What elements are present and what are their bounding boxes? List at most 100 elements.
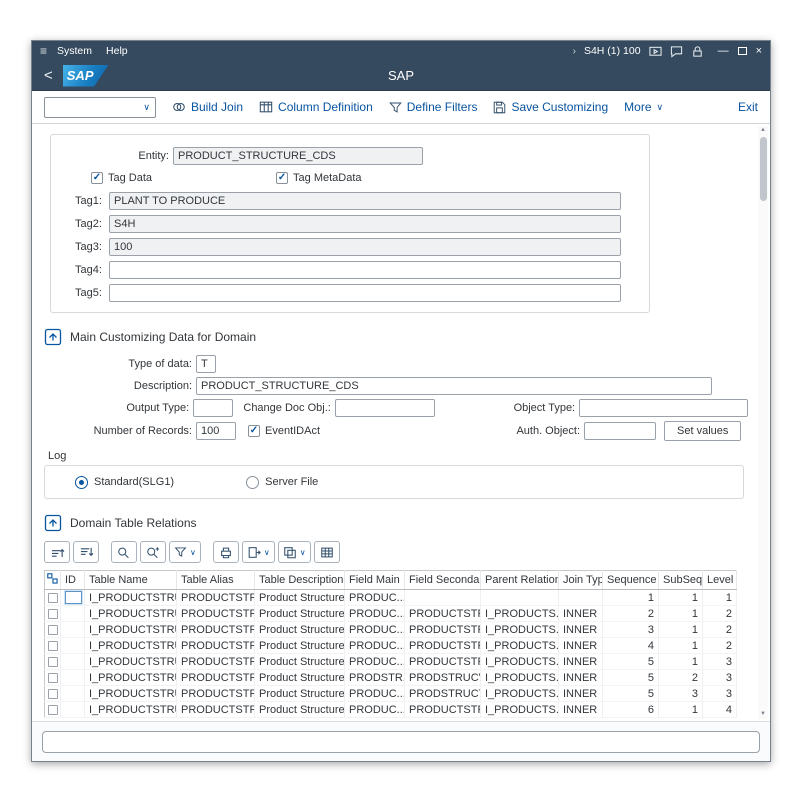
status-message-field[interactable] (42, 730, 760, 753)
cell-id[interactable] (60, 605, 85, 622)
cell-parent-relation[interactable] (480, 589, 559, 606)
cell-id[interactable] (60, 701, 85, 718)
save-customizing-button[interactable]: Save Customizing (493, 100, 608, 114)
cell-table-alias[interactable]: PRODUCTSTR... (176, 701, 255, 718)
cell-join-type[interactable]: INNER (558, 685, 603, 702)
find-next-button[interactable] (140, 541, 166, 563)
cell-table-description[interactable]: Product Structure... (254, 589, 345, 606)
cell-table-name[interactable]: I_PRODUCTSTRUC... (84, 701, 177, 718)
tag2-field[interactable]: S4H (109, 215, 621, 233)
cell-field-main[interactable]: PRODUC... (344, 653, 405, 670)
auth-object-field[interactable] (584, 422, 657, 440)
cell-id[interactable] (60, 637, 85, 654)
cell-parent-relation[interactable]: I_PRODUCTS... (480, 605, 559, 622)
sort-ascending-button[interactable] (44, 541, 70, 563)
cell-table-name[interactable]: I_PRODUCTSTRUC... (84, 605, 177, 622)
cell-table-description[interactable]: Product Structure... (254, 653, 345, 670)
cell-field-secondary[interactable]: PRODSTRUCT... (404, 685, 481, 702)
build-join-button[interactable]: Build Join (172, 100, 243, 114)
collapse-section-icon[interactable] (44, 328, 62, 346)
chevron-down-icon[interactable]: ∨ (143, 102, 150, 113)
cell-sequence[interactable]: 5 (602, 685, 659, 702)
find-button[interactable] (111, 541, 137, 563)
cell-subseq[interactable]: 1 (658, 701, 703, 718)
row-select-cell[interactable] (44, 589, 61, 606)
row-select-cell[interactable] (44, 669, 61, 686)
tag5-field[interactable] (109, 284, 621, 302)
set-values-button[interactable]: Set values (664, 421, 742, 441)
collapse-section-icon[interactable] (44, 514, 62, 532)
column-definition-button[interactable]: Column Definition (259, 100, 373, 114)
row-checkbox[interactable] (47, 656, 58, 667)
maximize-button[interactable] (737, 47, 747, 55)
cell-table-description[interactable]: Product Structure... (254, 621, 345, 638)
column-header-table-description[interactable]: Table Description (254, 570, 345, 590)
cell-field-main[interactable]: PRODUC... (344, 637, 405, 654)
row-select-cell[interactable] (44, 605, 61, 622)
column-header-sequence[interactable]: Sequence (602, 570, 659, 590)
cell-id[interactable] (60, 589, 85, 606)
cell-field-main[interactable]: PRODUC... (344, 701, 405, 718)
cell-table-alias[interactable]: PRODUCTSTR... (176, 605, 255, 622)
cell-sequence[interactable]: 5 (602, 653, 659, 670)
number-of-records-field[interactable]: 100 (196, 422, 236, 440)
description-field[interactable]: PRODUCT_STRUCTURE_CDS (196, 377, 712, 395)
cell-field-secondary[interactable]: PRODUCTSTR... (404, 653, 481, 670)
cell-field-main[interactable]: PRODUC... (344, 589, 405, 606)
cell-table-description[interactable]: Product Structure... (254, 637, 345, 654)
cell-id[interactable] (60, 621, 85, 638)
cell-sequence[interactable]: 2 (602, 605, 659, 622)
filter-button[interactable]: ∨ (169, 541, 201, 563)
cell-field-secondary[interactable]: PRODUCTSTR... (404, 605, 481, 622)
cell-join-type[interactable]: INNER (558, 637, 603, 654)
cell-sequence[interactable]: 5 (602, 669, 659, 686)
cell-level[interactable]: 3 (702, 653, 737, 670)
cell-table-alias[interactable]: PRODUCTSTR... (176, 621, 255, 638)
cell-parent-relation[interactable]: I_PRODUCTS... (480, 685, 559, 702)
print-button[interactable] (212, 541, 239, 563)
cell-parent-relation[interactable]: I_PRODUCTS... (480, 669, 559, 686)
close-button[interactable]: × (756, 45, 762, 57)
row-checkbox[interactable] (47, 672, 58, 683)
cell-field-main[interactable]: PRODSTR... (344, 669, 405, 686)
cell-table-alias[interactable]: PRODUCTSTR... (176, 669, 255, 686)
cell-level[interactable]: 3 (702, 685, 737, 702)
row-checkbox[interactable] (47, 688, 58, 699)
cell-table-name[interactable]: I_PRODUCTSTRUC... (84, 637, 177, 654)
type-of-data-field[interactable]: T (196, 355, 216, 373)
column-header-field-secondary[interactable]: Field Secondary (404, 570, 481, 590)
radio-serverfile[interactable] (246, 475, 260, 489)
menu-item-system[interactable]: System (57, 45, 92, 57)
column-header-table-name[interactable]: Table Name (84, 570, 177, 590)
entity-field[interactable]: PRODUCT_STRUCTURE_CDS (173, 147, 423, 165)
row-checkbox[interactable] (47, 640, 58, 651)
log-option-standard[interactable]: Standard(SLG1) (75, 475, 174, 489)
change-doc-field[interactable] (334, 399, 436, 417)
cell-table-name[interactable]: I_PRODUCTSTRUC... (84, 653, 177, 670)
cell-field-secondary[interactable]: PRODUCTSTR... (404, 701, 481, 718)
cell-field-main[interactable]: PRODUC... (344, 685, 405, 702)
id-edit-field[interactable] (65, 591, 82, 604)
cell-level[interactable]: 4 (702, 701, 737, 718)
cell-join-type[interactable] (558, 589, 603, 606)
chevron-right-icon[interactable]: › (573, 46, 576, 57)
cell-field-secondary[interactable] (404, 589, 481, 606)
tag-data-checkbox[interactable]: ✓ (91, 172, 103, 184)
column-header-table-alias[interactable]: Table Alias (176, 570, 255, 590)
cell-table-name[interactable]: I_PRODUCTSTRUC... (84, 589, 177, 606)
cell-subseq[interactable]: 2 (658, 669, 703, 686)
cell-id[interactable] (60, 669, 85, 686)
hamburger-icon[interactable]: ≡ (40, 44, 47, 58)
menu-item-help[interactable]: Help (106, 45, 128, 57)
views-button[interactable]: ∨ (277, 541, 311, 563)
row-checkbox[interactable] (47, 592, 58, 603)
cell-field-main[interactable]: PRODUC... (344, 621, 405, 638)
cell-table-description[interactable]: Product Structure... (254, 701, 345, 718)
scroll-down-icon[interactable]: ▼ (760, 710, 766, 719)
cell-sequence[interactable]: 3 (602, 621, 659, 638)
command-combobox[interactable]: ∨ (44, 96, 156, 118)
cell-field-secondary[interactable]: PRODUCTSTR... (404, 637, 481, 654)
chat-icon[interactable] (670, 45, 683, 58)
cell-table-name[interactable]: I_PRODUCTSTRUC... (84, 669, 177, 686)
output-type-field[interactable] (193, 399, 233, 417)
